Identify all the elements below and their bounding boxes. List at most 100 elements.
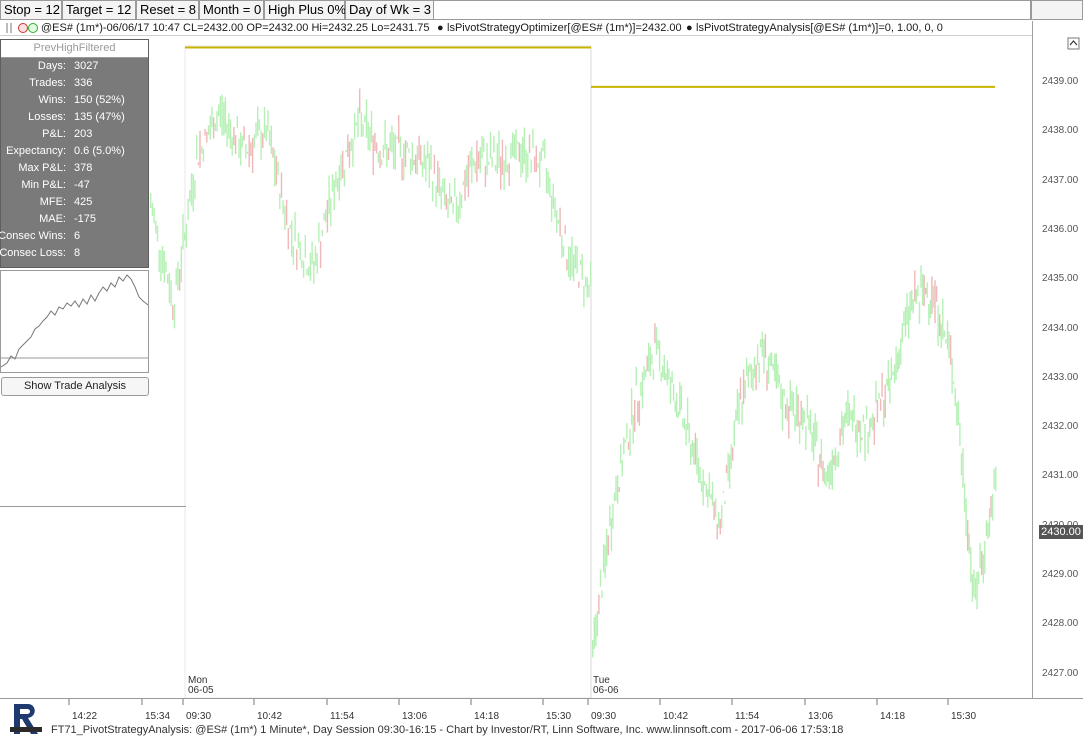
price-bar	[471, 146, 473, 184]
price-bar	[382, 144, 385, 158]
price-bar	[257, 106, 259, 136]
x-tick-label: 09:30	[591, 711, 617, 722]
price-bar	[851, 409, 854, 432]
price-bar	[770, 352, 773, 367]
x-tick-label: 10:42	[663, 711, 689, 722]
price-bar	[192, 174, 194, 212]
stats-header[interactable]: PrevHighFiltered	[1, 40, 148, 58]
price-bar	[372, 135, 374, 175]
y-tick-label: 2436.00	[1042, 223, 1079, 235]
parameter-bar: Stop = 12 Target = 12 Reset = 8 Month = …	[0, 0, 1083, 20]
price-bar	[599, 569, 602, 587]
param-month[interactable]: Month = 0	[199, 0, 264, 20]
price-bar	[677, 411, 679, 418]
price-bar	[828, 461, 830, 490]
price-bar	[953, 381, 955, 384]
analysis-info: lsPivotStrategyAnalysis[@ES# (1m*)]=0, 1…	[696, 22, 943, 34]
price-bar	[778, 374, 781, 384]
y-tick-label: 2433.00	[1042, 371, 1079, 383]
price-bar	[590, 261, 592, 286]
price-bar	[240, 132, 242, 166]
price-bar	[165, 261, 167, 273]
stats-row: Losses: 135 (47%)	[1, 109, 148, 126]
price-bar	[954, 387, 956, 407]
grip-icon[interactable]	[4, 21, 18, 35]
price-bar	[909, 291, 911, 321]
param-high-plus[interactable]: High Plus 0%	[264, 0, 346, 20]
param-day-of-week[interactable]: Day of Wk = 3	[345, 0, 434, 20]
price-bar	[943, 330, 946, 338]
price-bar	[601, 590, 603, 598]
y-tick-label: 2431.00	[1042, 470, 1079, 482]
price-bar	[556, 210, 558, 233]
price-bar	[418, 135, 420, 160]
price-bar	[903, 311, 905, 327]
price-bar	[728, 454, 731, 489]
price-bar	[817, 464, 819, 487]
price-bar	[377, 152, 379, 163]
stats-value: 3027	[74, 60, 99, 72]
price-bar	[777, 364, 779, 388]
param-stop[interactable]: Stop = 12	[0, 0, 62, 20]
param-reset[interactable]: Reset = 8	[136, 0, 199, 20]
price-bar	[655, 326, 658, 355]
price-bar	[345, 150, 347, 152]
price-bar	[887, 359, 889, 391]
price-bar	[364, 115, 366, 123]
price-bar	[727, 452, 729, 481]
stats-value: 6	[74, 230, 81, 242]
y-tick-label: 2439.00	[1042, 76, 1079, 87]
price-bar	[362, 124, 364, 137]
price-bar	[544, 138, 546, 159]
price-bar	[445, 194, 447, 210]
price-bar	[289, 224, 291, 229]
price-bar	[624, 439, 627, 443]
chart-footer: FT71_PivotStrategyAnalysis: @ES# (1m*) 1…	[51, 724, 844, 736]
price-bar	[901, 323, 903, 343]
price-bar	[204, 128, 206, 136]
price-bar	[658, 340, 661, 372]
price-bar	[914, 270, 916, 302]
price-bar	[279, 193, 281, 209]
price-bar	[683, 418, 686, 430]
price-bar	[177, 261, 179, 290]
parameter-bar-button[interactable]	[1031, 0, 1083, 20]
price-bar	[845, 401, 847, 424]
price-bar	[428, 153, 430, 189]
price-bar	[535, 145, 537, 173]
price-bar	[795, 385, 798, 427]
price-bar	[484, 165, 487, 187]
price-bar	[542, 140, 544, 152]
price-bar	[404, 140, 407, 167]
y-tick-label: 2435.00	[1042, 273, 1079, 285]
price-bar	[262, 133, 264, 149]
x-tick-label: 15:30	[546, 711, 572, 722]
x-tick-label: 15:30	[951, 711, 977, 722]
price-bar	[679, 381, 681, 415]
stats-label: Wins:	[38, 94, 67, 106]
price-bar	[318, 222, 320, 243]
param-target[interactable]: Target = 12	[62, 0, 136, 20]
price-axis[interactable]	[1032, 21, 1083, 698]
price-bar	[735, 409, 737, 422]
price-bar	[574, 245, 577, 269]
price-bar	[496, 143, 498, 175]
price-bar	[831, 449, 833, 490]
price-bar	[530, 159, 532, 173]
price-bar	[460, 194, 463, 209]
analysis-bullet-icon: ●	[686, 22, 693, 34]
price-bar	[525, 149, 527, 183]
show-trade-analysis-button[interactable]: Show Trade Analysis	[1, 377, 149, 396]
price-chart[interactable]	[0, 36, 1032, 699]
price-bar	[500, 156, 502, 190]
expand-icon[interactable]	[1067, 37, 1081, 51]
price-bar	[816, 421, 818, 442]
price-bar	[369, 126, 371, 152]
price-bar	[228, 113, 230, 139]
price-bar	[569, 246, 571, 281]
price-bar	[571, 236, 573, 277]
price-bar	[822, 460, 824, 482]
price-bar	[753, 356, 756, 378]
price-bar	[732, 447, 734, 461]
stats-value: -175	[74, 213, 97, 225]
